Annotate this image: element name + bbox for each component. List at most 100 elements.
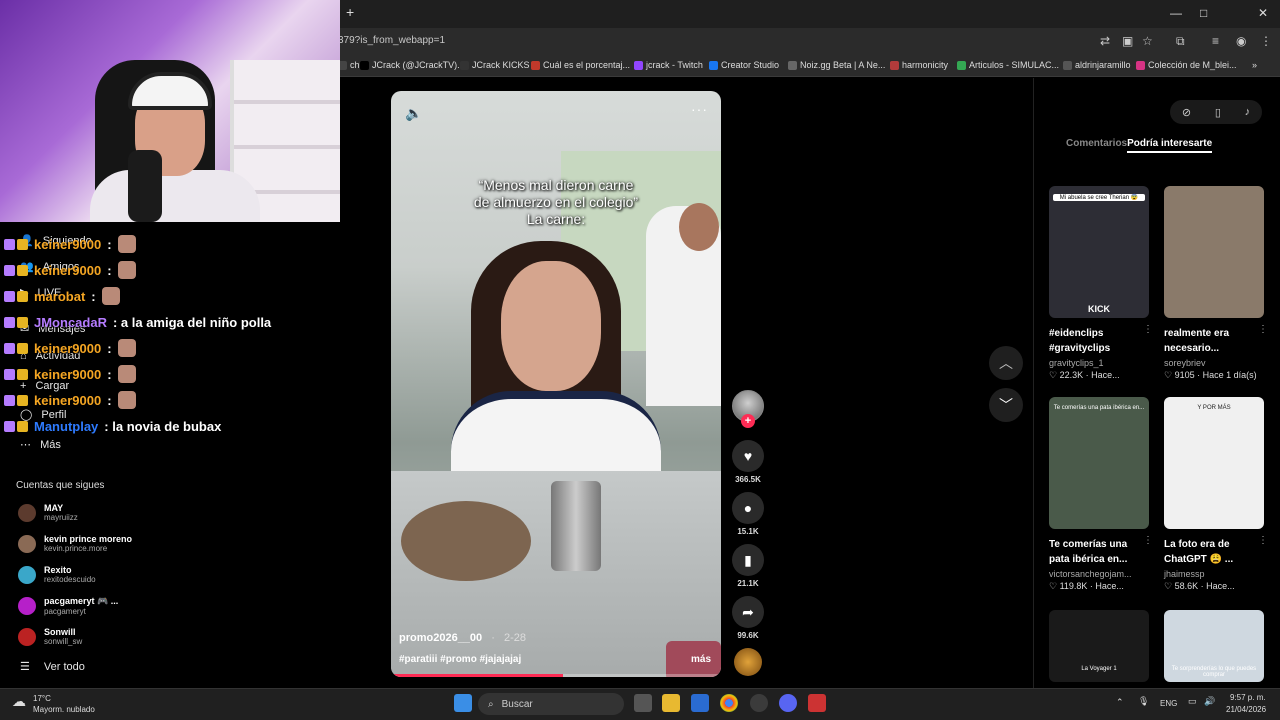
clock-time[interactable]: 9:57 p. m.	[1230, 693, 1266, 702]
tiktok-icon[interactable]: ♪	[1245, 106, 1251, 118]
video-hashtags[interactable]: #paratiii #promo #jajajajaj	[399, 654, 521, 665]
more-link[interactable]: más	[691, 654, 711, 665]
card-author[interactable]: soreybriev	[1164, 358, 1264, 368]
suggested-video-card[interactable]: Te comerías una pata ibérica en... Te com…	[1049, 397, 1153, 592]
sidebar-item[interactable]: ⋯ Más	[20, 438, 61, 451]
card-menu-icon[interactable]: ⋮	[1143, 535, 1153, 546]
video-player[interactable]: “Menos mal dieron carne de almuerzo en e…	[391, 91, 721, 677]
card-menu-icon[interactable]: ⋮	[1143, 324, 1153, 335]
video-thumbnail[interactable]: La Voyager 1	[1049, 610, 1149, 682]
cast-icon[interactable]: ▣	[1122, 34, 1133, 48]
speaker-icon[interactable]: 🔊	[1204, 696, 1215, 707]
video-thumbnail[interactable]: Mi abuela se cree Therian 😨 KICK	[1049, 186, 1149, 318]
app-icon[interactable]	[750, 694, 768, 712]
weather-text[interactable]: Mayorm. nublado	[33, 705, 95, 714]
bookmark-item[interactable]: Noiz.gg Beta | A Ne...	[788, 60, 885, 70]
task-view-icon[interactable]	[634, 694, 652, 712]
volume-icon[interactable]: 🔈	[405, 105, 422, 122]
suggested-video-card[interactable]: Y POR MÁS La foto era de ChatGPT 😩 ... jha…	[1164, 397, 1268, 592]
tab-suggested[interactable]: Podría interesarte	[1127, 138, 1213, 153]
star-icon[interactable]: ☆	[1142, 34, 1153, 48]
profile-icon[interactable]: ◉	[1236, 34, 1246, 48]
card-title[interactable]: realmente era necesario...	[1164, 326, 1264, 356]
microphone-icon[interactable]: 🎙	[1138, 696, 1149, 707]
share-action[interactable]: ➦ 99.6K	[732, 596, 764, 640]
suggested-video-card[interactable]: realmente era necesario... soreybriev ♡ 91…	[1164, 186, 1268, 381]
suggested-video-card[interactable]: La Voyager 1	[1049, 610, 1149, 682]
minimize-icon[interactable]: —	[1170, 6, 1182, 20]
card-title[interactable]: La foto era de ChatGPT 😩 ...	[1164, 537, 1264, 567]
clock-date[interactable]: 21/04/2026	[1226, 705, 1266, 714]
close-icon[interactable]: ✕	[1258, 6, 1268, 20]
bookmark-icon[interactable]: ▮	[732, 544, 764, 576]
chevron-up-icon[interactable]: ⌃	[1116, 697, 1124, 708]
card-author[interactable]: jhaimessp	[1164, 569, 1264, 579]
suggested-video-card[interactable]: Mi abuela se cree Therian 😨 KICK #eidencli…	[1049, 186, 1153, 381]
bookmark-item[interactable]: Cuál es el porcentaj...	[531, 60, 630, 70]
file-explorer-icon[interactable]	[662, 694, 680, 712]
chevron-down-icon[interactable]: ﹀	[989, 388, 1023, 422]
bookmark-item[interactable]: Creator Studio	[709, 60, 779, 70]
bookmark-item[interactable]: ch	[338, 60, 360, 70]
translate-icon[interactable]: ⇄	[1100, 34, 1110, 48]
card-menu-icon[interactable]: ⋮	[1258, 324, 1268, 335]
bookmark-item[interactable]: JCrack KICKS	[460, 60, 530, 70]
app-icon[interactable]	[808, 694, 826, 712]
bookmark-item[interactable]: Colección de M_blei...	[1136, 60, 1237, 70]
maximize-icon[interactable]: □	[1200, 6, 1207, 20]
chevron-up-icon[interactable]: ︿	[989, 346, 1023, 380]
see-all-link[interactable]: ☰ Ver todo	[20, 660, 85, 673]
compass-icon[interactable]: ⊘	[1182, 106, 1191, 119]
bookmark-item[interactable]: Articulos - SIMULAC...	[957, 60, 1059, 70]
save-count: 21.1K	[737, 579, 759, 588]
bookmark-item[interactable]: JCrack (@JCrackTV)...	[360, 60, 465, 70]
chrome-icon[interactable]	[720, 694, 738, 712]
bookmarks-overflow-icon[interactable]: »	[1252, 60, 1257, 70]
following-account[interactable]: pacgameryt 🎮 ... pacgameryt	[18, 596, 118, 616]
language-indicator[interactable]: ENG	[1160, 699, 1177, 708]
heart-icon[interactable]: ♥	[732, 440, 764, 472]
new-tab-button[interactable]: +	[346, 4, 362, 22]
video-thumbnail[interactable]: Y POR MÁS	[1164, 397, 1264, 529]
video-thumbnail[interactable]: Te comerías una pata ibérica en...	[1049, 397, 1149, 529]
video-progress-bar[interactable]	[391, 674, 721, 677]
like-action[interactable]: ♥ 366.5K	[732, 440, 764, 484]
network-icon[interactable]: ▭	[1188, 696, 1197, 707]
comment-icon[interactable]: ●	[732, 492, 764, 524]
card-title[interactable]: Te comerías una pata ibérica en...	[1049, 537, 1149, 567]
card-author[interactable]: victorsanchegojam...	[1049, 569, 1149, 579]
bookmark-item[interactable]: jcrack - Twitch	[634, 60, 703, 70]
bookmark-item[interactable]: aldrinjaramillo	[1063, 60, 1131, 70]
weather-temp[interactable]: 17°C	[33, 694, 51, 703]
comment-action[interactable]: ● 15.1K	[732, 492, 764, 536]
following-account[interactable]: Sonwill sonwill_sw	[18, 627, 82, 646]
follow-plus-icon[interactable]: +	[741, 414, 755, 428]
discord-icon[interactable]	[779, 694, 797, 712]
tab-comments[interactable]: Comentarios	[1066, 138, 1127, 153]
music-disc-icon[interactable]	[734, 648, 762, 676]
video-author[interactable]: promo2026__00 · 2-28	[399, 632, 526, 644]
suggested-video-card[interactable]: Te sorprenderías lo que puedes comprar	[1164, 610, 1264, 682]
following-account[interactable]: Rexito rexitodescuido	[18, 565, 96, 584]
windows-start-icon[interactable]	[454, 694, 472, 712]
video-thumbnail[interactable]	[1164, 186, 1264, 318]
card-author[interactable]: gravityclips_1	[1049, 358, 1149, 368]
weather-icon[interactable]: ☁	[12, 693, 26, 710]
phone-icon[interactable]: ▯	[1215, 106, 1221, 119]
outlook-icon[interactable]	[691, 694, 709, 712]
menu-icon[interactable]: ⋮	[1260, 34, 1272, 48]
following-account[interactable]: kevin prince moreno kevin.prince.more	[18, 534, 132, 553]
card-menu-icon[interactable]: ⋮	[1258, 535, 1268, 546]
share-icon[interactable]: ➦	[732, 596, 764, 628]
taskbar-search[interactable]: ⌕ Buscar	[478, 693, 624, 715]
video-thumbnail[interactable]: Te sorprenderías lo que puedes comprar	[1164, 610, 1264, 682]
media-icon[interactable]: ≡	[1212, 34, 1219, 48]
url-text[interactable]: 379?is_from_webapp=1	[338, 35, 445, 46]
following-account[interactable]: MAY mayruiizz	[18, 503, 78, 522]
extensions-icon[interactable]: ⧉	[1176, 34, 1185, 49]
author-name[interactable]: promo2026__00	[399, 632, 482, 644]
save-action[interactable]: ▮ 21.1K	[732, 544, 764, 588]
card-title[interactable]: #eidenclips #gravityclips	[1049, 326, 1149, 356]
more-options-icon[interactable]: ···	[691, 101, 708, 117]
bookmark-item[interactable]: harmonicity	[890, 60, 948, 70]
